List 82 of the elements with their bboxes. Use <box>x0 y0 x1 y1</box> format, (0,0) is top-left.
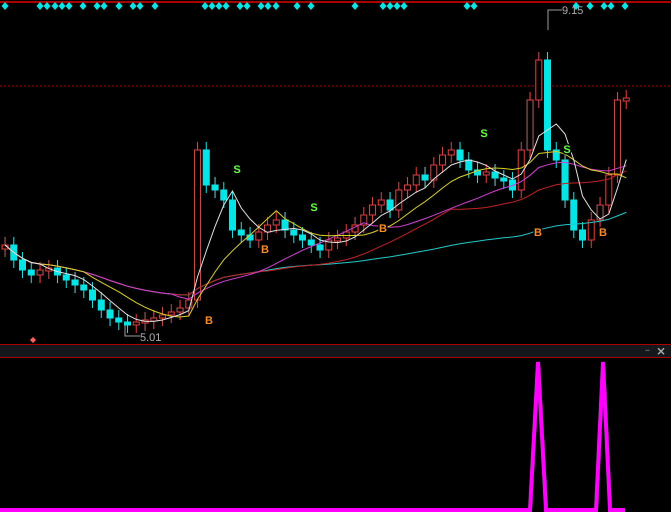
candlestick <box>36 262 44 284</box>
candlestick <box>474 162 481 184</box>
candlestick <box>98 292 105 318</box>
candlestick <box>168 304 175 324</box>
candlestick <box>570 192 578 238</box>
high-price-label: 9.15 <box>562 5 584 17</box>
candlestick <box>176 300 184 320</box>
buy-signal: B <box>534 227 542 239</box>
candlestick <box>106 302 114 326</box>
candlestick <box>588 212 595 248</box>
buy-signal: B <box>599 227 607 239</box>
candlestick <box>605 166 612 214</box>
candlestick <box>562 152 568 208</box>
minimize-button[interactable]: – <box>644 345 651 357</box>
candlestick <box>142 312 148 332</box>
candlestick <box>212 176 218 198</box>
buy-signal: B <box>261 244 269 256</box>
candlestick <box>439 146 446 174</box>
candlestick <box>220 182 228 208</box>
candlestick <box>10 236 18 268</box>
candlestick <box>422 166 428 188</box>
candlestick <box>430 156 438 188</box>
candlestick <box>412 166 420 194</box>
candlestick <box>352 216 358 240</box>
candlestick <box>54 260 61 284</box>
candlestick <box>159 306 166 326</box>
candlestick <box>579 222 586 248</box>
candlestick <box>535 52 542 108</box>
buy-signal: B <box>205 315 213 327</box>
candlestick <box>246 226 254 248</box>
candlestick <box>404 176 411 198</box>
candlestick <box>264 216 271 240</box>
candlestick <box>290 222 298 244</box>
candlestick <box>369 196 376 224</box>
candlestick <box>342 224 350 246</box>
candlestick <box>150 310 158 330</box>
candlestick <box>238 222 245 244</box>
candlestick <box>509 172 516 198</box>
sell-signal: S <box>480 128 488 140</box>
candlestick <box>89 282 96 308</box>
candlestick <box>45 260 52 280</box>
candlestick <box>202 142 210 194</box>
candlestick <box>465 152 472 178</box>
candlestick <box>552 142 560 168</box>
candlestick <box>80 276 88 298</box>
candlestick <box>28 262 35 284</box>
candlestick <box>282 212 288 238</box>
candlestick <box>19 252 26 278</box>
sell-signal: S <box>310 202 318 214</box>
candlestick <box>622 90 630 110</box>
candlestick <box>72 272 78 294</box>
candlestick <box>308 232 315 254</box>
low-price-label: 5.01 <box>140 332 162 344</box>
leader-line <box>548 10 562 30</box>
candlestick <box>518 142 525 198</box>
candlestick <box>456 142 464 168</box>
close-button[interactable]: × <box>654 345 667 357</box>
candlestick <box>316 236 324 258</box>
candlestick <box>255 224 262 248</box>
candlestick <box>124 314 131 334</box>
candlestick <box>500 170 508 190</box>
candlestick <box>334 230 341 250</box>
candlestick <box>448 142 455 164</box>
candlestick <box>386 192 394 218</box>
candlestick <box>132 314 140 334</box>
candlestick <box>272 212 280 234</box>
candlestick <box>325 232 332 258</box>
candlestick <box>360 206 368 234</box>
candlestick <box>185 292 192 316</box>
candlestick <box>395 182 402 218</box>
candlestick <box>378 192 385 214</box>
sell-signal: S <box>563 144 571 156</box>
leader-line <box>124 324 140 336</box>
candlestick <box>299 226 306 248</box>
candlestick <box>492 164 498 186</box>
sell-signal: S <box>233 164 241 176</box>
candlestick <box>62 266 70 288</box>
candlestick <box>115 310 122 330</box>
candlestick <box>229 192 236 238</box>
candlestick <box>526 92 534 158</box>
candlestick <box>596 196 604 228</box>
candlestick <box>482 164 490 184</box>
